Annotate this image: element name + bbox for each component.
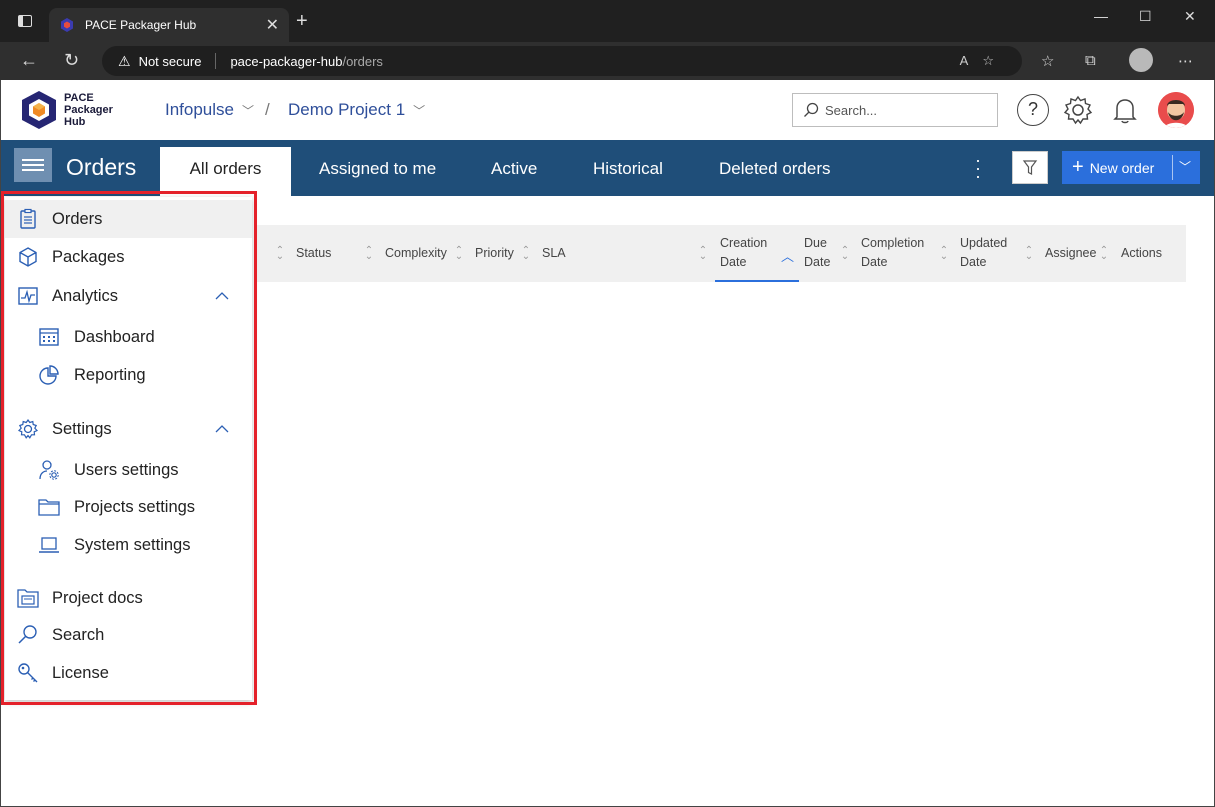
breadcrumb-separator: / [265, 100, 270, 119]
sort-icon[interactable]: ⌃ ⌄ [364, 246, 374, 262]
sort-icon[interactable]: ⌃ ⌄ [698, 246, 708, 262]
avatar-face-icon [1158, 92, 1194, 128]
tab-actions-icon[interactable] [18, 15, 32, 27]
url-host: pace-packager-hub [230, 53, 343, 69]
maximize-icon[interactable]: ☐ [1139, 8, 1152, 25]
minimize-icon[interactable]: — [1094, 8, 1108, 24]
close-tab-icon[interactable]: ✕ [266, 15, 279, 35]
new-tab-icon[interactable]: + [296, 11, 308, 31]
bell-icon[interactable] [1109, 94, 1141, 126]
column-actions: Actions [1121, 246, 1162, 260]
tab-historical[interactable]: Historical [593, 147, 663, 196]
app-favicon-icon [61, 18, 73, 32]
column-creation-date[interactable]: Creation Date [720, 234, 767, 272]
browser-titlebar: PACE Packager Hub ✕ + — ☐ ✕ [0, 0, 1215, 42]
sort-icon[interactable]: ⌃ ⌄ [1099, 246, 1109, 262]
app-header: PACE Packager Hub Infopulse ﹀ / Demo Proj… [0, 80, 1215, 140]
tab-assigned-to-me[interactable]: Assigned to me [319, 147, 436, 196]
favorites-icon[interactable]: ☆ [1041, 52, 1054, 70]
sort-ascending-icon[interactable]: ︿ [781, 246, 794, 265]
column-due-date[interactable]: Due Date [804, 234, 830, 272]
sort-icon[interactable]: ⌃ ⌄ [521, 246, 531, 262]
column-completion-date[interactable]: Completion Date [861, 234, 924, 272]
tab-deleted-orders[interactable]: Deleted orders [719, 147, 831, 196]
column-priority[interactable]: Priority [475, 244, 514, 263]
search-input[interactable]: Search... [792, 93, 998, 127]
column-sla[interactable]: SLA [542, 244, 566, 263]
pace-logo-icon [22, 91, 56, 129]
sort-indicator [715, 280, 799, 282]
tab-active[interactable]: Active [491, 147, 537, 196]
filter-button[interactable] [1012, 151, 1048, 184]
breadcrumb-project[interactable]: Demo Project 1 ﹀ [288, 100, 425, 120]
column-complexity[interactable]: Complexity [385, 244, 447, 263]
tab-title: PACE Packager Hub [85, 18, 197, 32]
security-label: Not secure [138, 53, 202, 69]
search-icon [804, 102, 819, 117]
sort-icon[interactable]: ⌃ ⌄ [454, 246, 464, 262]
user-avatar[interactable] [1158, 92, 1194, 128]
column-updated-date[interactable]: Updated Date [960, 234, 1007, 272]
new-order-button[interactable]: + New order ﹀ [1062, 151, 1200, 184]
sort-icon[interactable]: ⌃ ⌄ [939, 246, 949, 262]
browser-profile-icon[interactable] [1129, 48, 1153, 72]
sort-icon[interactable]: ⌃ ⌄ [275, 246, 285, 262]
read-aloud-icon[interactable]: A☆ [960, 53, 1008, 69]
logo-text: PACE Packager Hub [64, 92, 113, 128]
chevron-down-icon[interactable]: ﹀ [1179, 158, 1191, 175]
collections-icon[interactable]: ⧉ [1085, 52, 1096, 69]
warning-icon: ⚠ [118, 52, 131, 69]
browser-tab[interactable]: PACE Packager Hub ✕ [49, 8, 289, 42]
menu-highlight-box [1, 191, 257, 705]
column-status[interactable]: Status [296, 244, 331, 263]
gear-icon[interactable] [1062, 94, 1094, 126]
chevron-down-icon: ﹀ [413, 104, 426, 118]
sort-icon[interactable]: ⌃ ⌄ [840, 246, 850, 262]
plus-icon: + [1072, 156, 1084, 178]
filter-icon [1022, 160, 1038, 175]
address-bar[interactable]: ⚠ Not secure pace-packager-hub /orders A… [102, 46, 1022, 76]
more-menu-icon[interactable]: ⋯ [1178, 52, 1193, 70]
refresh-icon[interactable]: ↻ [64, 50, 79, 71]
column-assignee[interactable]: Assignee [1045, 244, 1096, 263]
help-icon[interactable]: ? [1017, 94, 1049, 126]
browser-toolbar: ← ↻ ⚠ Not secure pace-packager-hub /orde… [0, 42, 1215, 80]
close-window-icon[interactable]: ✕ [1184, 8, 1196, 25]
more-options-icon[interactable]: · · · [972, 151, 984, 185]
tab-all-orders[interactable]: All orders [160, 147, 291, 196]
sort-icon[interactable]: ⌃ ⌄ [1024, 246, 1034, 262]
breadcrumb-company[interactable]: Infopulse ﹀ [165, 100, 254, 120]
url-path: /orders [342, 53, 383, 69]
back-icon[interactable]: ← [20, 50, 38, 71]
page-title: Orders [66, 154, 137, 180]
chevron-down-icon: ﹀ [242, 104, 255, 118]
menu-toggle-button[interactable] [14, 148, 52, 182]
